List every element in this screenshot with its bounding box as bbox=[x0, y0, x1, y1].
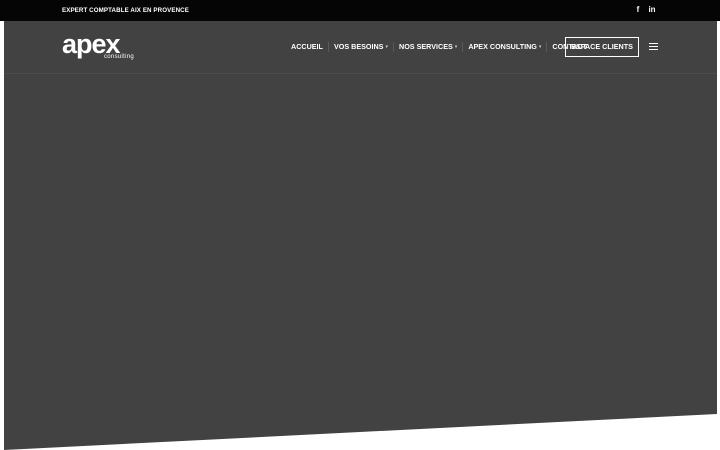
hamburger-menu-icon[interactable] bbox=[649, 43, 658, 50]
site-header: apex consulting ACCUEIL VOS BESOINS ▾ NO… bbox=[4, 21, 717, 74]
nav-item-label: ACCUEIL bbox=[291, 42, 323, 51]
social-links: f in bbox=[634, 5, 656, 15]
chevron-down-icon: ▾ bbox=[538, 44, 542, 50]
nav-item-label: NOS SERVICES bbox=[399, 42, 453, 51]
top-bar: EXPERT COMPTABLE AIX EN PROVENCE f in bbox=[0, 0, 720, 21]
page: EXPERT COMPTABLE AIX EN PROVENCE f in ap… bbox=[0, 0, 720, 450]
chevron-down-icon: ▾ bbox=[385, 44, 388, 50]
nav-item-label: VOS BESOINS bbox=[333, 42, 384, 51]
hero-section bbox=[4, 21, 717, 450]
nav-item-nos-services[interactable]: NOS SERVICES ▾ bbox=[393, 42, 462, 52]
nav-item-label: APEX CONSULTING bbox=[468, 42, 537, 51]
nav-item-apex-consulting[interactable]: APEX CONSULTING ▾ bbox=[462, 42, 546, 52]
espace-clients-button[interactable]: ESPACE CLIENTS bbox=[565, 37, 639, 57]
main-nav: ACCUEIL VOS BESOINS ▾ NOS SERVICES ▾ APE… bbox=[286, 21, 592, 73]
chevron-down-icon: ▾ bbox=[454, 44, 458, 50]
tagline: EXPERT COMPTABLE AIX EN PROVENCE bbox=[62, 7, 189, 14]
facebook-icon[interactable]: f bbox=[634, 5, 642, 15]
nav-item-accueil[interactable]: ACCUEIL bbox=[286, 42, 328, 52]
site-logo[interactable]: apex consulting bbox=[62, 30, 142, 62]
linkedin-icon[interactable]: in bbox=[648, 5, 656, 15]
nav-item-vos-besoins[interactable]: VOS BESOINS ▾ bbox=[327, 42, 393, 52]
logo-subtitle: consulting bbox=[104, 54, 135, 60]
